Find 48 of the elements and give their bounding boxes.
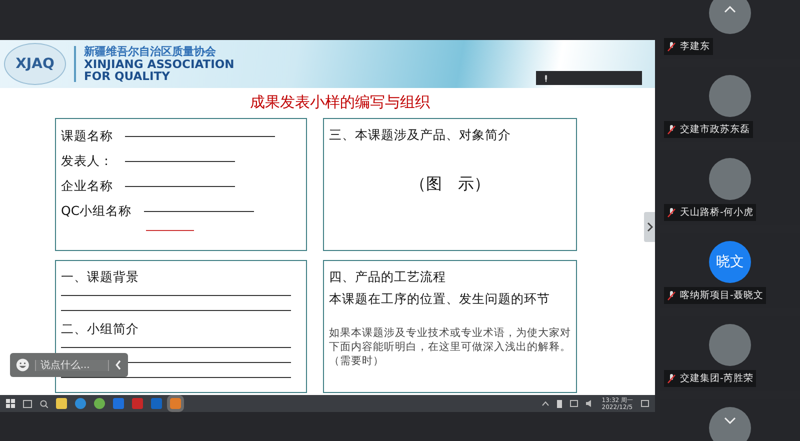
participant-name: 喀纳斯项目-聂晓文 xyxy=(680,289,764,302)
muted-microphone-icon xyxy=(667,374,676,384)
folder-icon[interactable] xyxy=(56,398,67,409)
participant-name: 交建市政苏东磊 xyxy=(680,123,750,136)
chat-input-field[interactable]: 说点什么... xyxy=(35,360,110,370)
windows-start-icon[interactable] xyxy=(6,399,15,408)
section-heading: 四、产品的工艺流程 xyxy=(329,268,447,286)
org-name-english: FOR QUALITY xyxy=(84,70,171,82)
muted-microphone-icon xyxy=(667,124,676,134)
chevron-right-icon xyxy=(646,222,652,232)
chevron-down-icon[interactable] xyxy=(724,417,736,424)
field-label: 发表人： xyxy=(61,153,113,170)
avatar-placeholder xyxy=(709,407,751,441)
participant-name: 李建东 xyxy=(680,40,710,53)
section-subheading: 本课题在工序的位置、发生问题的环节 xyxy=(329,290,551,308)
chevron-left-icon[interactable] xyxy=(115,359,122,371)
figure-label: （图 示） xyxy=(409,174,491,195)
collapse-panel-button[interactable] xyxy=(644,212,655,242)
section-heading: 三、本课题涉及产品、对象简介 xyxy=(329,126,512,144)
browser-icon[interactable] xyxy=(75,398,86,409)
chat-app-icon[interactable] xyxy=(94,398,105,409)
task-view-icon[interactable] xyxy=(23,400,32,408)
avatar-placeholder xyxy=(709,0,751,34)
emoji-icon[interactable] xyxy=(16,357,30,373)
field-label: 企业名称 xyxy=(61,178,113,195)
field-label: QC小组名称 xyxy=(61,203,132,220)
logo-text: XJAQ xyxy=(16,56,54,72)
field-label: 课题名称 xyxy=(61,128,113,145)
fill-in-line xyxy=(146,230,194,231)
search-icon[interactable] xyxy=(40,400,48,408)
muted-microphone-icon xyxy=(667,42,676,52)
participant-name: 交建集团-芮胜荣 xyxy=(680,372,754,385)
speaker-icon[interactable] xyxy=(586,400,594,407)
avatar-placeholder xyxy=(709,324,751,366)
chevron-up-icon[interactable] xyxy=(542,401,549,406)
avatar-placeholder xyxy=(709,75,751,117)
section-heading: 二、小组简介 xyxy=(61,320,140,338)
microphone-icon xyxy=(544,74,548,82)
avatar-placeholder xyxy=(709,158,751,200)
org-name-english: XINJIANG ASSOCIATION xyxy=(84,58,234,70)
participant-name: 天山路桥-何小虎 xyxy=(680,206,754,219)
muted-microphone-icon xyxy=(667,208,676,218)
muted-microphone-icon xyxy=(667,290,676,300)
slide-title: 成果发表小样的编写与组织 xyxy=(249,93,431,112)
org-name: 新疆维吾尔自治区质量协会 xyxy=(84,46,217,58)
section-heading: 一、课题背景 xyxy=(61,268,140,286)
avatar-initials: 晓文 xyxy=(709,241,751,283)
note-text: 如果本课题涉及专业技术或专业术语，为使大家对下面内容能听明白，在这里可做深入浅出的解释。（需要时） xyxy=(329,326,571,368)
